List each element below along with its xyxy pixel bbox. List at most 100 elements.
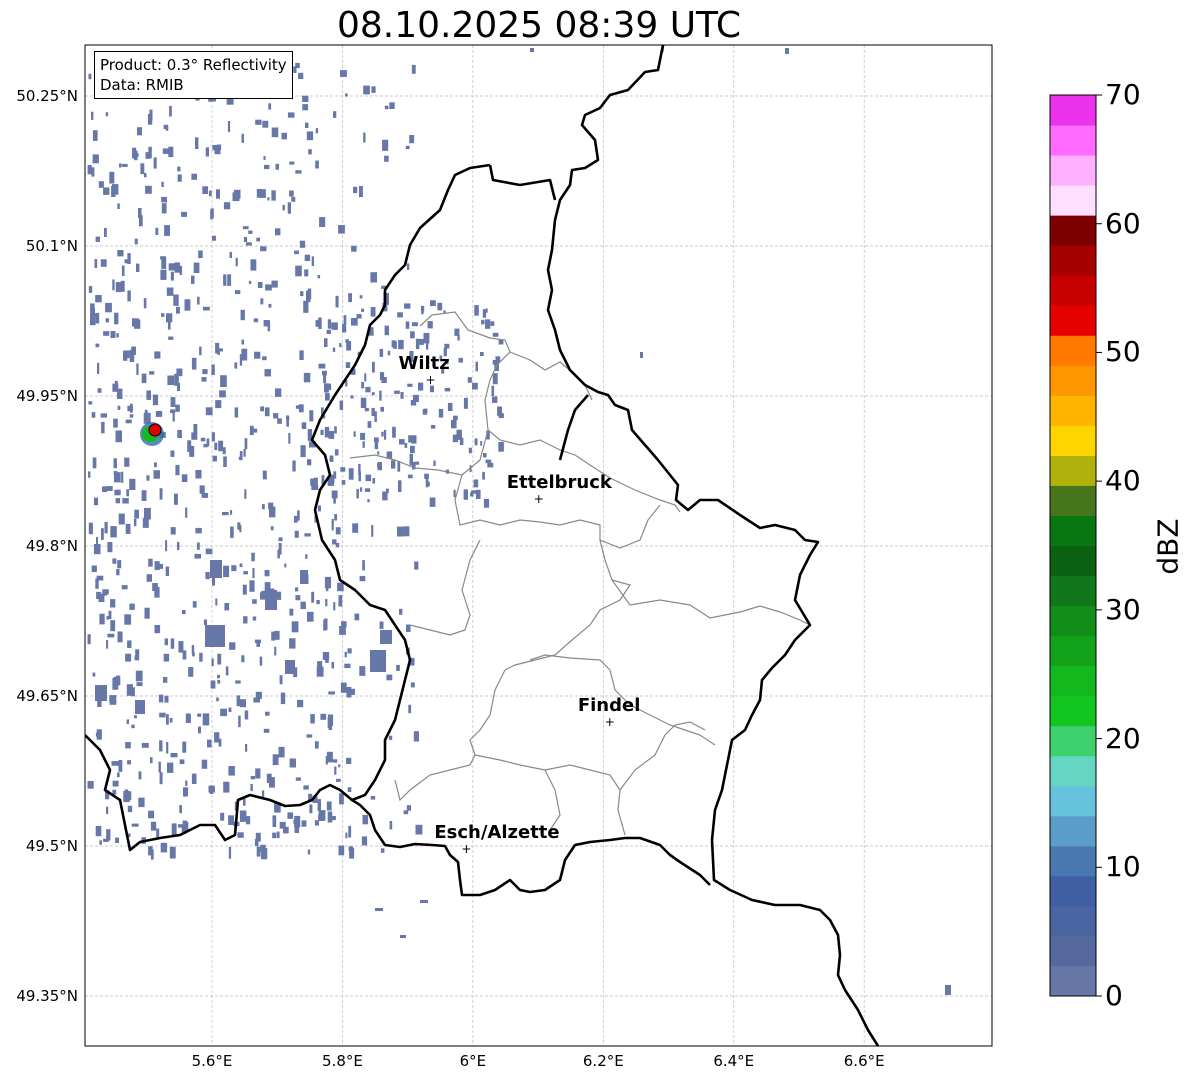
colorbar-segment	[1050, 935, 1096, 967]
echo-cell	[498, 441, 504, 452]
echo-cell	[163, 124, 169, 130]
echo-cell	[239, 563, 243, 568]
echo-cell	[370, 795, 376, 800]
echo-cell	[147, 114, 153, 125]
echo-cell	[244, 489, 247, 499]
echo-cell	[301, 820, 307, 827]
echo-cell	[170, 638, 175, 649]
echo-cell	[177, 382, 180, 391]
echo-cell	[338, 764, 341, 768]
echo-cell	[177, 824, 184, 828]
echo-cell	[136, 682, 143, 687]
echo-cell	[154, 625, 161, 634]
echo-cell	[323, 373, 327, 384]
echo-cell	[235, 290, 241, 295]
echo-cell	[131, 823, 139, 827]
echo-cell	[112, 184, 119, 195]
echo-cell	[304, 533, 311, 537]
echo-cell	[146, 574, 152, 582]
city-label: Ettelbruck	[506, 472, 612, 493]
echo-cell	[339, 343, 342, 348]
echo-cell	[463, 489, 468, 500]
echo-cell	[305, 122, 309, 128]
colorbar-segment	[1050, 395, 1096, 426]
echo-cell	[407, 474, 413, 479]
echo-cell	[333, 111, 337, 118]
echo-cell	[335, 543, 340, 548]
echo-cell	[91, 565, 97, 573]
echo-cell	[340, 682, 347, 693]
echo-cell	[300, 291, 304, 297]
echo-cell	[371, 392, 375, 396]
echo-cell	[245, 242, 252, 246]
echo-cell	[141, 490, 147, 501]
echo-cell	[251, 428, 258, 433]
echo-cell	[346, 341, 352, 351]
echo-cell	[327, 714, 334, 726]
echo-cell	[121, 585, 128, 590]
echo-cell	[241, 133, 244, 143]
echo-cell	[202, 369, 208, 375]
echo-cell	[374, 440, 379, 450]
echo-cell	[210, 680, 216, 689]
echo-cell	[152, 394, 159, 406]
echo-cell	[95, 343, 100, 348]
lon-tick-label: 6.4°E	[713, 1052, 755, 1070]
echo-cell	[225, 666, 229, 676]
echo-cell	[399, 608, 403, 615]
echo-cell	[410, 400, 417, 406]
echo-cell	[136, 363, 139, 375]
echo-cell	[382, 139, 389, 151]
echo-cell	[215, 598, 218, 606]
echo-cell	[404, 303, 411, 309]
echo-cell	[360, 397, 367, 408]
echo-cell	[320, 429, 324, 435]
echo-cell	[271, 631, 276, 641]
echo-cell	[278, 537, 283, 542]
echo-cell	[406, 624, 411, 632]
lat-tick-label: 49.35°N	[16, 987, 78, 1005]
echo-cell	[475, 361, 478, 372]
echo-cell	[182, 820, 188, 829]
echo-cell	[179, 759, 185, 765]
echo-cell	[372, 361, 375, 373]
echo-cell	[362, 441, 365, 448]
echo-cell	[456, 429, 462, 440]
echo-cell	[306, 131, 314, 141]
echo-cell	[191, 645, 195, 654]
colorbar-segment	[1050, 635, 1096, 667]
echo-cell	[197, 713, 202, 717]
echo-cell	[319, 217, 326, 227]
echo-cell	[170, 409, 176, 413]
echo-cell	[97, 388, 102, 393]
echo-cell	[185, 780, 188, 786]
echo-cell	[192, 601, 197, 608]
echo-cell	[291, 621, 299, 633]
echo-cell	[403, 526, 410, 537]
echo-cell	[308, 149, 312, 155]
echo-cell	[150, 757, 153, 764]
echo-cell	[289, 758, 296, 768]
echo-cell	[241, 655, 245, 663]
echo-cell	[244, 710, 249, 720]
echo-cell	[300, 570, 308, 584]
echo-cell	[93, 544, 101, 555]
echo-cell	[92, 130, 98, 141]
echo-cell	[249, 580, 255, 592]
echo-cell	[184, 299, 191, 311]
echo-cell	[294, 530, 299, 538]
echo-cell	[400, 935, 406, 938]
echo-cell	[223, 456, 227, 467]
echo-cell	[392, 426, 396, 438]
echo-cell	[154, 561, 160, 571]
echo-cell	[324, 576, 331, 589]
echo-cell	[289, 190, 294, 197]
echo-cell	[177, 166, 181, 172]
echo-cell	[154, 351, 161, 359]
echo-cell	[356, 488, 359, 499]
echo-cell	[197, 296, 200, 305]
echo-cell	[205, 407, 213, 416]
echo-cell	[334, 514, 338, 521]
echo-cell	[271, 190, 276, 201]
echo-cell	[107, 542, 113, 553]
